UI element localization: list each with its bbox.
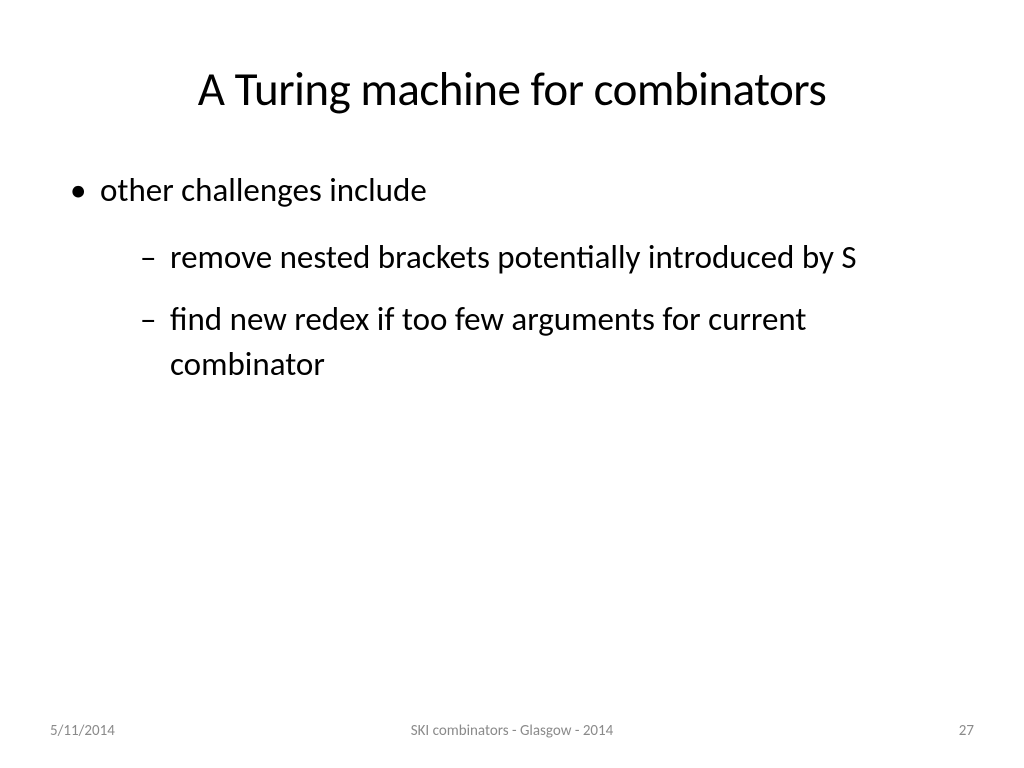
bullet-level2: find new redex if too few arguments for … bbox=[70, 297, 954, 386]
slide-title: A Turing machine for combinators bbox=[70, 60, 954, 118]
footer-date: 5/11/2014 bbox=[50, 722, 115, 740]
slide-body: other challenges include remove nested b… bbox=[70, 168, 954, 386]
bullet-level2: remove nested brackets potentially intro… bbox=[70, 235, 954, 280]
footer-page-number: 27 bbox=[959, 722, 974, 740]
slide-footer: 5/11/2014 SKI combinators - Glasgow - 20… bbox=[0, 722, 1024, 740]
slide-container: A Turing machine for combinators other c… bbox=[0, 0, 1024, 768]
footer-center: SKI combinators - Glasgow - 2014 bbox=[411, 722, 614, 740]
bullet-level1: other challenges include bbox=[70, 168, 954, 213]
